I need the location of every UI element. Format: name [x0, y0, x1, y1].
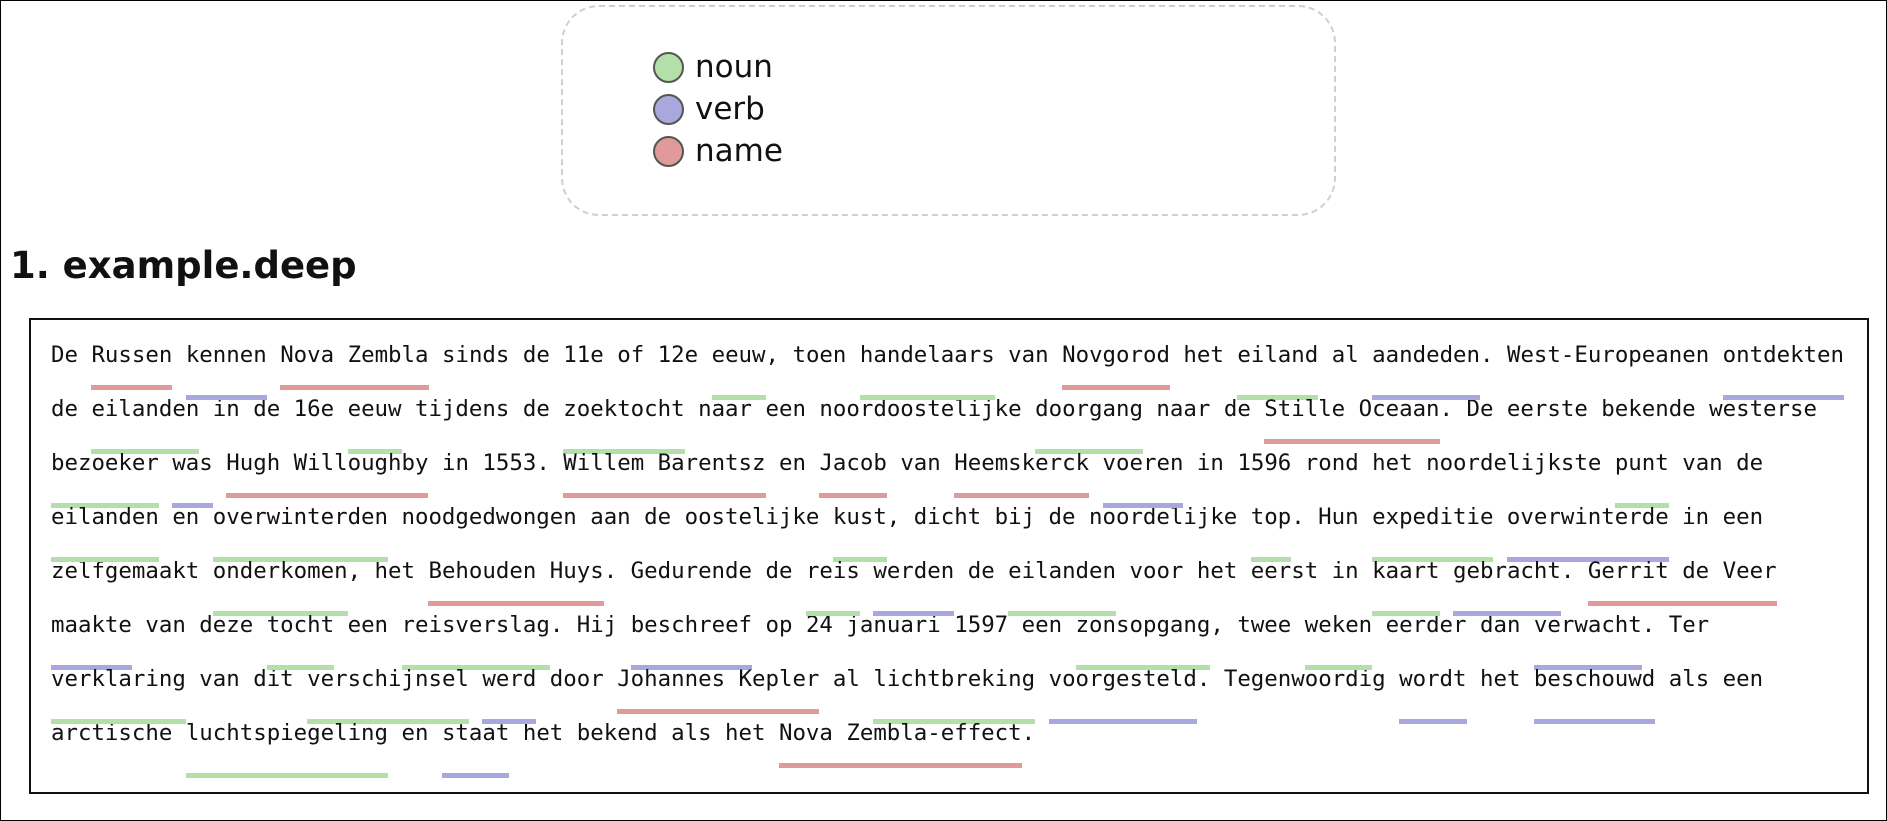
name-token: Behouden Huys — [428, 544, 604, 606]
noun-token: bezoeker — [51, 436, 159, 508]
noun-token: onderkomen — [212, 544, 348, 616]
verb-token: maakte — [51, 598, 132, 670]
noun-token: overwinterden — [212, 490, 389, 562]
name-color-dot — [653, 135, 684, 167]
noun-token: expeditie — [1372, 490, 1494, 562]
noun-color-dot — [653, 51, 684, 83]
annotated-paragraph: De Russen kennen Nova Zembla sinds de 11… — [51, 328, 1849, 778]
name-token: Russen — [91, 328, 172, 390]
name-token: Willem Barentsz — [563, 436, 766, 498]
name-token: Jacob — [819, 436, 888, 498]
noun-token: tocht — [266, 598, 335, 670]
verb-token: verwacht — [1533, 598, 1642, 670]
verb-token: voeren — [1102, 436, 1183, 508]
noun-token: eeuw — [347, 382, 402, 454]
legend-item-verb: verb — [653, 91, 765, 127]
noun-token: eilanden — [1008, 544, 1116, 616]
verb-token: ontdekten — [1722, 328, 1845, 400]
noun-token: eilanden — [91, 382, 199, 454]
noun-token: kust — [832, 490, 887, 562]
verb-token: beschouwd — [1533, 652, 1656, 724]
verb-token: was — [172, 436, 214, 508]
verb-token: werden — [873, 544, 954, 616]
legend-label: name — [695, 133, 783, 169]
noun-token: weken — [1304, 598, 1373, 670]
noun-token: zoektocht — [563, 382, 685, 454]
name-token: Nova Zembla — [280, 328, 429, 390]
noun-token: lichtbreking — [873, 652, 1035, 724]
legend-label: noun — [695, 49, 773, 85]
name-token: Heemskerck — [954, 436, 1089, 498]
legend: noun verb name — [561, 5, 1336, 216]
legend-item-name: name — [653, 133, 783, 169]
verb-token: voorgesteld — [1048, 652, 1198, 724]
noun-token: top — [1250, 490, 1292, 562]
noun-token: doorgang — [1035, 382, 1143, 454]
noun-token: luchtspiegeling — [185, 706, 389, 778]
noun-token: kaart — [1372, 544, 1440, 616]
legend-label: verb — [695, 91, 765, 127]
verb-token: aandeden — [1372, 328, 1480, 400]
verb-token: staat — [441, 706, 510, 778]
noun-token: punt — [1614, 436, 1669, 508]
name-token: Novgorod — [1062, 328, 1170, 390]
noun-token: verschijnsel — [307, 652, 469, 724]
verb-token: gebracht — [1453, 544, 1561, 616]
noun-token: zonsopgang — [1075, 598, 1210, 670]
noun-token: reisverslag — [401, 598, 551, 670]
legend-item-noun: noun — [653, 49, 773, 85]
name-token: Nova Zembla-effect — [778, 706, 1022, 768]
verb-token: kennen — [185, 328, 267, 400]
name-token: Stille Oceaan — [1264, 382, 1440, 444]
noun-token: eilanden — [51, 490, 159, 562]
noun-token: reis — [805, 544, 860, 616]
verb-token: werd — [482, 652, 536, 724]
noun-token: handelaars — [859, 328, 995, 400]
verb-color-dot — [653, 93, 684, 125]
noun-token: verklaring — [51, 652, 186, 724]
verb-token: wordt — [1399, 652, 1467, 724]
name-token: Hugh Willoughby — [226, 436, 429, 498]
name-token: Gerrit de Veer — [1587, 544, 1777, 606]
section-title: 1. example.deep — [10, 244, 357, 287]
annotated-text-box: De Russen kennen Nova Zembla sinds de 11… — [29, 318, 1869, 794]
verb-token: overwinterde — [1506, 490, 1669, 562]
noun-token: eeuw — [711, 328, 766, 400]
name-token: Johannes Kepler — [617, 652, 820, 714]
noun-token: eiland — [1237, 328, 1318, 400]
verb-token: beschreef — [630, 598, 753, 670]
